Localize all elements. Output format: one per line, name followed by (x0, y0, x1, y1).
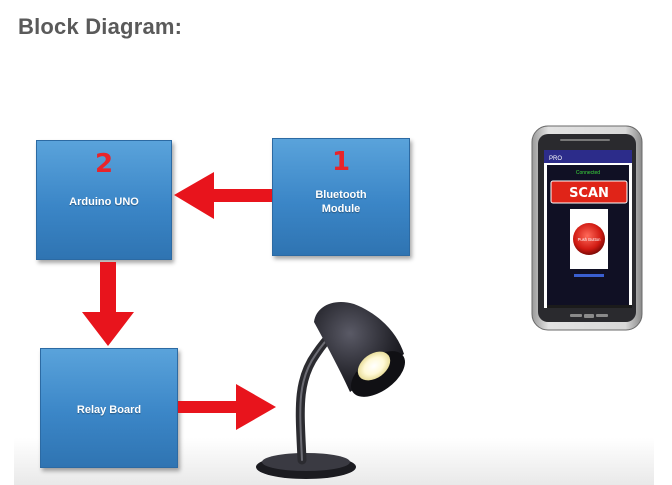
arrow-relay-to-lamp (178, 384, 276, 430)
arrow-bluetooth-to-arduino (174, 172, 272, 219)
phone-push-button-label: Push Button (578, 237, 601, 242)
arrow-arduino-to-relay (82, 262, 134, 346)
desk-lamp-icon (256, 302, 405, 479)
phone-status-text: Connected (576, 170, 600, 176)
page-title: Block Diagram: (18, 14, 183, 39)
block-diagram-slide: 2 Arduino UNO 1 Bluetooth Module Relay B… (14, 92, 654, 485)
phone-app-title: PRO (549, 156, 562, 162)
smartphone-app-image: PRO Connected SCAN Push Button (531, 125, 643, 331)
diagram-graphics: PRO Connected SCAN Push Button (82, 125, 643, 479)
phone-scan-label: SCAN (569, 186, 609, 201)
